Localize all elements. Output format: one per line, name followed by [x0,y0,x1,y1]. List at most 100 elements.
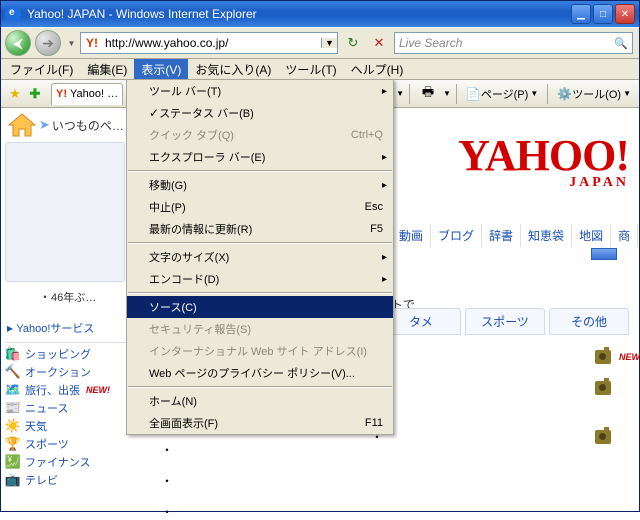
sidebar-link[interactable]: オークション [25,364,91,380]
window-title: Yahoo! JAPAN - Windows Internet Explorer [27,7,571,21]
refresh-button[interactable]: ↻ [341,32,365,54]
menu-toolbars[interactable]: ツール バー(T) [127,80,393,102]
minimize-button[interactable] [571,4,591,24]
nav-dropdown[interactable]: ▼ [65,30,78,56]
sidebar-item[interactable]: 🗺️旅行、出張 NEW! [5,381,131,399]
menu-textsize[interactable]: 文字のサイズ(X) [127,246,393,268]
sidebar-item[interactable]: 📺テレビ [5,471,131,489]
search-button[interactable] [591,248,617,260]
menu-tools[interactable]: ツール(T) [278,59,343,80]
midtab-other[interactable]: その他 [549,308,629,335]
address-url[interactable]: http://www.yahoo.co.jp/ [103,36,321,50]
menu-file[interactable]: ファイル(F) [3,59,80,80]
feed-item[interactable]: ・ [371,379,640,396]
sidebar-link[interactable]: スポーツ [25,436,69,452]
feed-thumbs: ・NEW! ・ [371,348,640,396]
search-placeholder: Live Search [395,36,610,50]
search-box[interactable]: Live Search 🔍 [394,32,633,54]
view-menu-dropdown: ツール バー(T) ✓ ステータス バー(B) クイック タブ(Q)Ctrl+Q… [126,79,394,435]
menu-quicktabs[interactable]: クイック タブ(Q)Ctrl+Q [127,124,393,146]
yahoo-logo: YAHOO! JAPAN [379,130,629,200]
menu-statusbar[interactable]: ✓ ステータス バー(B) [127,102,393,124]
menu-stop[interactable]: 中止(P)Esc [127,196,393,218]
sidebar-icon: 📰 [5,400,21,416]
tagline-text: いつものペ… [52,117,124,134]
menu-explorerbar[interactable]: エクスプローラ バー(E) [127,146,393,168]
tab-favicon-icon: Y! [56,88,67,100]
maximize-button[interactable] [593,4,613,24]
sidebar-link[interactable]: テレビ [25,472,58,488]
menu-favorites[interactable]: お気に入り(A) [188,59,278,80]
feed-item[interactable]: ・ [161,441,173,458]
page-menu-button[interactable]: 📄ページ(P)▼ [462,86,542,102]
topnav-map[interactable]: 地図 [572,224,611,247]
sidebar-item[interactable]: ☀️天気 [5,417,131,435]
topnav-blog[interactable]: ブログ [431,224,482,247]
ie-icon [5,6,21,22]
home-icon [7,112,37,138]
sidebar-icon: 🏆 [5,436,21,452]
feed-item[interactable]: ・ [371,428,611,445]
feed-item[interactable]: ・NEW! [371,348,640,365]
promo-panel [5,142,125,282]
menu-intl[interactable]: インターナショナル Web サイト アドレス(I) [127,340,393,362]
tab-title: Yahoo! … [70,88,118,100]
back-button[interactable]: ⮜ [5,30,31,56]
sidebar-link[interactable]: 天気 [25,418,47,434]
feed-item[interactable]: ・ [161,472,173,489]
sidebar-heading[interactable]: ▸ Yahoo!サービス [5,318,131,343]
sidebar-item[interactable]: 💹ファイナンス [5,453,131,471]
sidebar-item[interactable]: 📰ニュース [5,399,131,417]
menu-goto[interactable]: 移動(G) [127,174,393,196]
menu-home[interactable]: ホーム(N) [127,390,393,412]
sidebar-link[interactable]: ショッピング [25,346,91,362]
news-snippet[interactable]: ・46年ぶ… [39,288,96,305]
menu-privacy[interactable]: Web ページのプライバシー ポリシー(V)... [127,362,393,384]
sidebar-icon: 🗺️ [5,382,21,398]
topnav-chie[interactable]: 知恵袋 [521,224,572,247]
favorites-star-icon[interactable]: ★ [5,84,25,104]
print-icon[interactable]: 🖶 [416,82,440,106]
sidebar-link[interactable]: 旅行、出張 [25,382,80,398]
topnav-shop[interactable]: 商 [611,224,638,247]
sidebar-icon: ☀️ [5,418,21,434]
topnav-video[interactable]: 動画 [392,224,431,247]
address-bar[interactable]: Y! http://www.yahoo.co.jp/ ▼ [80,32,338,54]
menu-refresh[interactable]: 最新の情報に更新(R)F5 [127,218,393,240]
title-bar: Yahoo! JAPAN - Windows Internet Explorer [1,1,639,27]
sidebar-icon: 🛍️ [5,346,21,362]
menu-source[interactable]: ソース(C) [127,296,393,318]
sidebar-item[interactable]: 🔨オークション [5,363,131,381]
sidebar-item[interactable]: 🏆スポーツ [5,435,131,453]
sidebar-link[interactable]: ニュース [25,400,68,416]
close-button[interactable] [615,4,635,24]
sidebar-icon: 🔨 [5,364,21,380]
sidebar-link[interactable]: ファイナンス [25,454,91,470]
mid-tabs: タメ スポーツ その他 [381,308,629,335]
topnav-dict[interactable]: 辞書 [482,224,521,247]
forward-button[interactable]: ➔ [35,30,61,56]
chevron-right-icon: ➤ [39,117,50,133]
search-icon[interactable]: 🔍 [610,37,632,50]
address-dropdown[interactable]: ▼ [321,38,337,48]
menu-bar: ファイル(F) 編集(E) 表示(V) お気に入り(A) ツール(T) ヘルプ(… [1,59,639,80]
browser-tab[interactable]: Y! Yahoo! … [51,83,123,105]
sidebar-item[interactable]: 🛍️ショッピング [5,345,131,363]
sidebar: ▸ Yahoo!サービス 🛍️ショッピング🔨オークション🗺️旅行、出張 NEW! 📰… [5,318,131,489]
navigation-bar: ⮜ ➔ ▼ Y! http://www.yahoo.co.jp/ ▼ ↻ ✕ L… [1,27,639,59]
add-favorite-icon[interactable]: ✚ [25,84,45,104]
menu-security[interactable]: セキュリティ報告(S) [127,318,393,340]
camera-icon [595,430,611,444]
stop-button[interactable]: ✕ [367,32,391,54]
menu-fullscreen[interactable]: 全画面表示(F)F11 [127,412,393,434]
menu-view[interactable]: 表示(V) [134,59,188,80]
yahoo-favicon-icon: Y! [83,34,101,52]
tools-menu-button[interactable]: ⚙️ツール(O)▼ [553,86,635,102]
menu-help[interactable]: ヘルプ(H) [344,59,411,80]
menu-encoding[interactable]: エンコード(D) [127,268,393,290]
midtab-sports[interactable]: スポーツ [465,308,545,335]
new-badge: NEW! [86,385,110,395]
sidebar-icon: 📺 [5,472,21,488]
menu-edit[interactable]: 編集(E) [80,59,134,80]
camera-icon [595,381,611,395]
